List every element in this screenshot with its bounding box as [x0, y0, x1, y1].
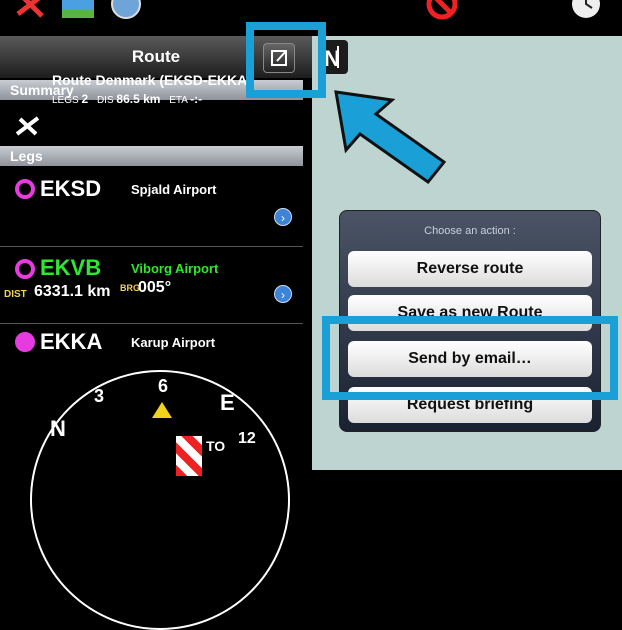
- weather-icon[interactable]: [108, 0, 144, 22]
- waypoint-icon: [15, 332, 35, 352]
- popup-title: Choose an action :: [424, 225, 516, 237]
- email-highlight-box: [322, 316, 618, 400]
- panel-title: Route: [131, 47, 181, 66]
- route-plane-icon: [14, 114, 44, 143]
- clock-icon[interactable]: [568, 0, 604, 22]
- leg-row[interactable]: EKKA Karup Airport: [0, 324, 303, 364]
- compass-tick-6: 6: [158, 376, 169, 396]
- eta-label: ETA: [169, 95, 188, 106]
- leg-name: Karup Airport: [131, 335, 216, 350]
- leg-name: Viborg Airport: [131, 261, 219, 276]
- route-meta: LEGS 2 DIS 86.5 km ETA -:-: [52, 92, 208, 106]
- edit-highlight-box: [246, 22, 326, 98]
- compass-tick-12: 12: [238, 430, 256, 447]
- legs-value: 2: [81, 92, 89, 106]
- compass-tick-3: 3: [94, 386, 105, 406]
- info-chevron-icon[interactable]: ›: [274, 208, 292, 226]
- to-from-label: TO: [206, 438, 226, 454]
- dis-label: DIS: [96, 95, 114, 106]
- dis-value: 86.5 km: [116, 92, 161, 106]
- dist-value: 6331.1 km: [34, 283, 111, 300]
- map-layer-icon[interactable]: [60, 0, 96, 22]
- compass-rose: 3 6 E N 12 TO: [30, 370, 290, 630]
- leg-row[interactable]: EKVB Viborg Airport DIST 6331.1 km BRG 0…: [0, 247, 303, 324]
- course-needle-icon: [176, 436, 202, 476]
- route-title: Route Denmark (EKSD-EKKA): [52, 72, 252, 88]
- compass-east: E: [220, 390, 235, 415]
- eta-value: -:-: [190, 92, 203, 106]
- waypoint-icon: [15, 179, 35, 199]
- brg-label: BRG: [120, 283, 140, 293]
- no-entry-icon[interactable]: [424, 0, 460, 22]
- waypoint-icon: [15, 259, 35, 279]
- pointer-arrow-icon: [330, 86, 450, 191]
- compass-north: N: [50, 416, 66, 441]
- leg-ident: EKVB: [40, 255, 102, 280]
- legs-section-header: Legs: [0, 146, 303, 166]
- info-chevron-icon[interactable]: ›: [274, 285, 292, 303]
- leg-ident: EKKA: [40, 329, 103, 354]
- leg-name: Spjald Airport: [131, 182, 217, 197]
- brg-value: 005°: [138, 279, 172, 296]
- heading-pointer-icon: [152, 402, 172, 418]
- dist-label: DIST: [4, 289, 27, 300]
- leg-ident: EKSD: [40, 176, 102, 201]
- legs-label: LEGS: [52, 95, 79, 106]
- leg-row[interactable]: EKSD Spjald Airport ›: [0, 166, 303, 247]
- plane-icon[interactable]: [14, 0, 50, 22]
- route-panel: Route Summary Route Denmark (EKSD-EKKA) …: [0, 36, 312, 630]
- reverse-route-button[interactable]: Reverse route: [348, 251, 592, 287]
